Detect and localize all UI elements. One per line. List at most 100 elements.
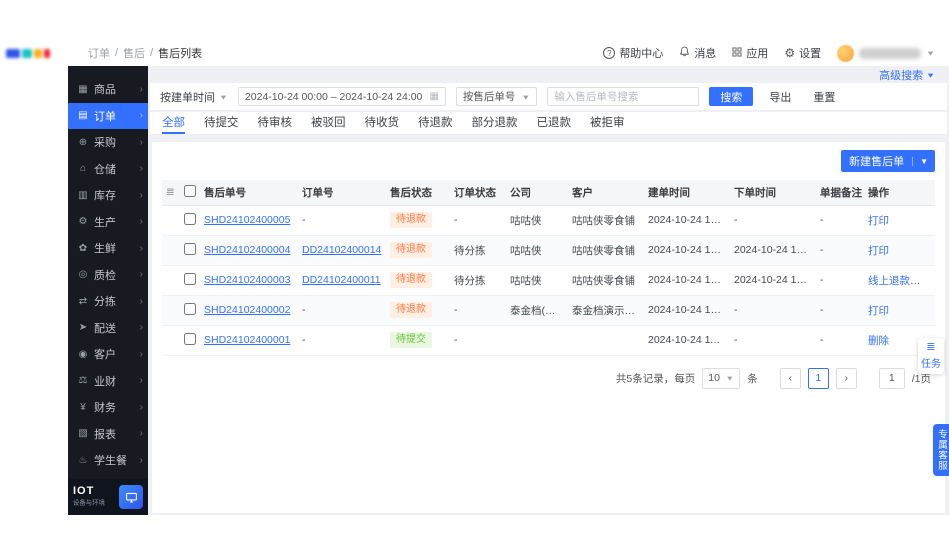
aftersale-status-cell: 待退款	[386, 265, 450, 296]
table-head-row: ≣ 售后单号 订单号 售后状态 订单状态 公司 客户 建单时间 下单时间 单据备注 操作	[162, 180, 935, 206]
action-link[interactable]: 打印	[868, 305, 889, 317]
aftersale-no-link[interactable]: SHD24102400002	[204, 304, 290, 316]
prev-page-button[interactable]: ‹	[779, 367, 801, 389]
page-jump-input[interactable]: 1	[878, 367, 905, 389]
sidebar-item-sorting[interactable]: ⇄ 分拣 ›	[68, 288, 148, 315]
row-checkbox[interactable]	[184, 272, 196, 285]
chevron-right-icon: ›	[139, 189, 143, 201]
sidebar-item-orders[interactable]: ▤ 订单 ›	[68, 102, 148, 129]
tab-pending-submit[interactable]: 待提交	[204, 112, 239, 134]
chevron-right-icon: ›	[139, 110, 143, 122]
task-float-button[interactable]: ≣ 任务	[918, 338, 944, 374]
date-range-value: 2024-10-24 00:00 – 2024-10-24 24:00	[244, 90, 423, 103]
chevron-down-icon: ▼	[521, 92, 531, 101]
chevron-right-icon: ›	[139, 269, 143, 281]
sidebar-item-qc[interactable]: ◎ 质检 ›	[68, 262, 148, 289]
tab-pending-review[interactable]: 待审核	[258, 112, 293, 134]
sidebar-item-goods[interactable]: ▦ 商品 ›	[68, 76, 148, 103]
chevron-right-icon: ›	[139, 428, 143, 440]
page-size-select[interactable]: 10 ▼	[702, 367, 741, 389]
reset-button[interactable]: 重置	[807, 87, 841, 106]
tab-all[interactable]: 全部	[162, 112, 185, 134]
breadcrumb-item[interactable]: 售后	[123, 45, 145, 61]
actions-cell: 线上退款打印	[864, 265, 935, 296]
chevron-right-icon: ›	[139, 163, 143, 175]
select-all-cell	[180, 180, 200, 206]
sidebar-item-label: 仓储	[94, 163, 116, 176]
order-no-link[interactable]: DD24102400014	[302, 244, 381, 256]
action-link[interactable]: 打印	[868, 215, 889, 227]
aftersale-no-link[interactable]: SHD24102400004	[204, 244, 290, 256]
keyword-type-label: 按售后单号	[462, 91, 516, 103]
biz-finance-icon: ⚖	[78, 375, 88, 387]
sidebar-item-warehouse[interactable]: ⌂ 仓储 ›	[68, 156, 148, 183]
logo-shape	[6, 48, 20, 58]
tab-pending-receipt[interactable]: 待收货	[365, 112, 400, 134]
table-row: SHD24102400001- 待提交 -2024-10-24 11:39- - 删除	[162, 325, 935, 356]
select-all-checkbox[interactable]	[184, 184, 196, 197]
action-link[interactable]: 线上退款	[868, 275, 910, 287]
search-input[interactable]	[547, 87, 700, 106]
settings-button[interactable]: ⚙ 设置	[784, 45, 821, 61]
delivery-icon: ➤	[78, 322, 88, 334]
bell-icon	[679, 46, 690, 60]
ordered-at-cell: -	[730, 205, 816, 236]
sidebar-item-label: 生鲜	[94, 243, 116, 256]
aftersale-no-link[interactable]: SHD24102400001	[204, 334, 290, 346]
advanced-search-link[interactable]: 高级搜索 ▼	[150, 66, 947, 83]
customer-cell: 咕咕侠零食铺	[568, 265, 644, 296]
current-page[interactable]: 1	[807, 367, 829, 389]
user-menu[interactable]: ▼	[837, 44, 935, 62]
breadcrumb-item[interactable]: 订单	[88, 45, 110, 61]
order-no-cell: -	[298, 295, 386, 326]
sidebar-item-inventory[interactable]: ▥ 库存 ›	[68, 182, 148, 209]
sidebar-item-finance[interactable]: ¥ 财务 ›	[68, 394, 148, 421]
next-page-button[interactable]: ›	[835, 367, 857, 389]
order-status-cell: -	[450, 325, 506, 356]
messages-button[interactable]: 消息	[679, 45, 716, 61]
order-no-link[interactable]: DD24102400011	[302, 274, 381, 286]
column-header-8: 单据备注	[816, 180, 864, 206]
chevron-right-icon: ›	[139, 136, 143, 148]
tab-review-denied[interactable]: 被拒审	[590, 112, 625, 134]
new-aftersale-button[interactable]: 新建售后单 ▼	[841, 150, 935, 172]
date-range-input[interactable]: 2024-10-24 00:00 – 2024-10-24 24:00 ▦	[237, 87, 446, 106]
tab-pending-refund[interactable]: 待退款	[418, 112, 453, 134]
keyword-type-select[interactable]: 按售后单号 ▼	[455, 87, 538, 106]
messages-label: 消息	[694, 48, 717, 60]
row-checkbox[interactable]	[184, 302, 196, 315]
sidebar-item-reports[interactable]: ▧ 报表 ›	[68, 421, 148, 448]
sidebar-item-biz-finance[interactable]: ⚖ 业财 ›	[68, 368, 148, 395]
column-header-5: 客户	[568, 180, 644, 206]
search-button[interactable]: 搜索	[709, 87, 754, 106]
sidebar-item-customers[interactable]: ◉ 客户 ›	[68, 341, 148, 368]
row-checkbox[interactable]	[184, 212, 196, 225]
action-link[interactable]: 删除	[868, 335, 889, 347]
tab-rejected[interactable]: 被驳回	[311, 112, 346, 134]
column-settings-icon[interactable]: ≣	[162, 180, 180, 206]
created-at-cell: 2024-10-24 11:39	[644, 325, 730, 356]
row-checkbox[interactable]	[184, 242, 196, 255]
apps-button[interactable]: 应用	[732, 45, 768, 61]
sidebar-item-label: 生产	[94, 216, 116, 229]
customer-service-tab[interactable]: 专属客服	[933, 424, 949, 476]
table-row: SHD24102400005- 待退款 - 咕咕侠 咕咕侠零食铺 2024-10-24 1…	[162, 205, 935, 236]
tab-partial-refund[interactable]: 部分退款	[472, 112, 518, 134]
aftersale-no-link[interactable]: SHD24102400003	[204, 274, 290, 286]
sidebar-item-student-meal[interactable]: ♨ 学生餐 ›	[68, 447, 148, 474]
row-checkbox-cell	[180, 235, 200, 266]
sidebar-item-production[interactable]: ⚙ 生产 ›	[68, 209, 148, 236]
sidebar-footer[interactable]: IOT 设备与环境	[68, 479, 148, 515]
help-center-button[interactable]: ? 帮助中心	[603, 45, 663, 61]
time-type-select[interactable]: 按建单时间 ▼	[160, 89, 228, 105]
sidebar-item-purchase[interactable]: ⊕ 采购 ›	[68, 129, 148, 156]
action-link[interactable]: 打印	[868, 245, 889, 257]
sidebar-item-fresh[interactable]: ✿ 生鲜 ›	[68, 235, 148, 262]
goods-icon: ▦	[78, 83, 88, 95]
tab-refunded[interactable]: 已退款	[537, 112, 572, 134]
aftersale-no-link[interactable]: SHD24102400005	[204, 214, 290, 226]
row-checkbox[interactable]	[184, 332, 196, 345]
export-button[interactable]: 导出	[763, 87, 797, 106]
table-body: SHD24102400005- 待退款 - 咕咕侠 咕咕侠零食铺 2024-10-24 1…	[162, 205, 935, 356]
sidebar-item-delivery[interactable]: ➤ 配送 ›	[68, 315, 148, 342]
